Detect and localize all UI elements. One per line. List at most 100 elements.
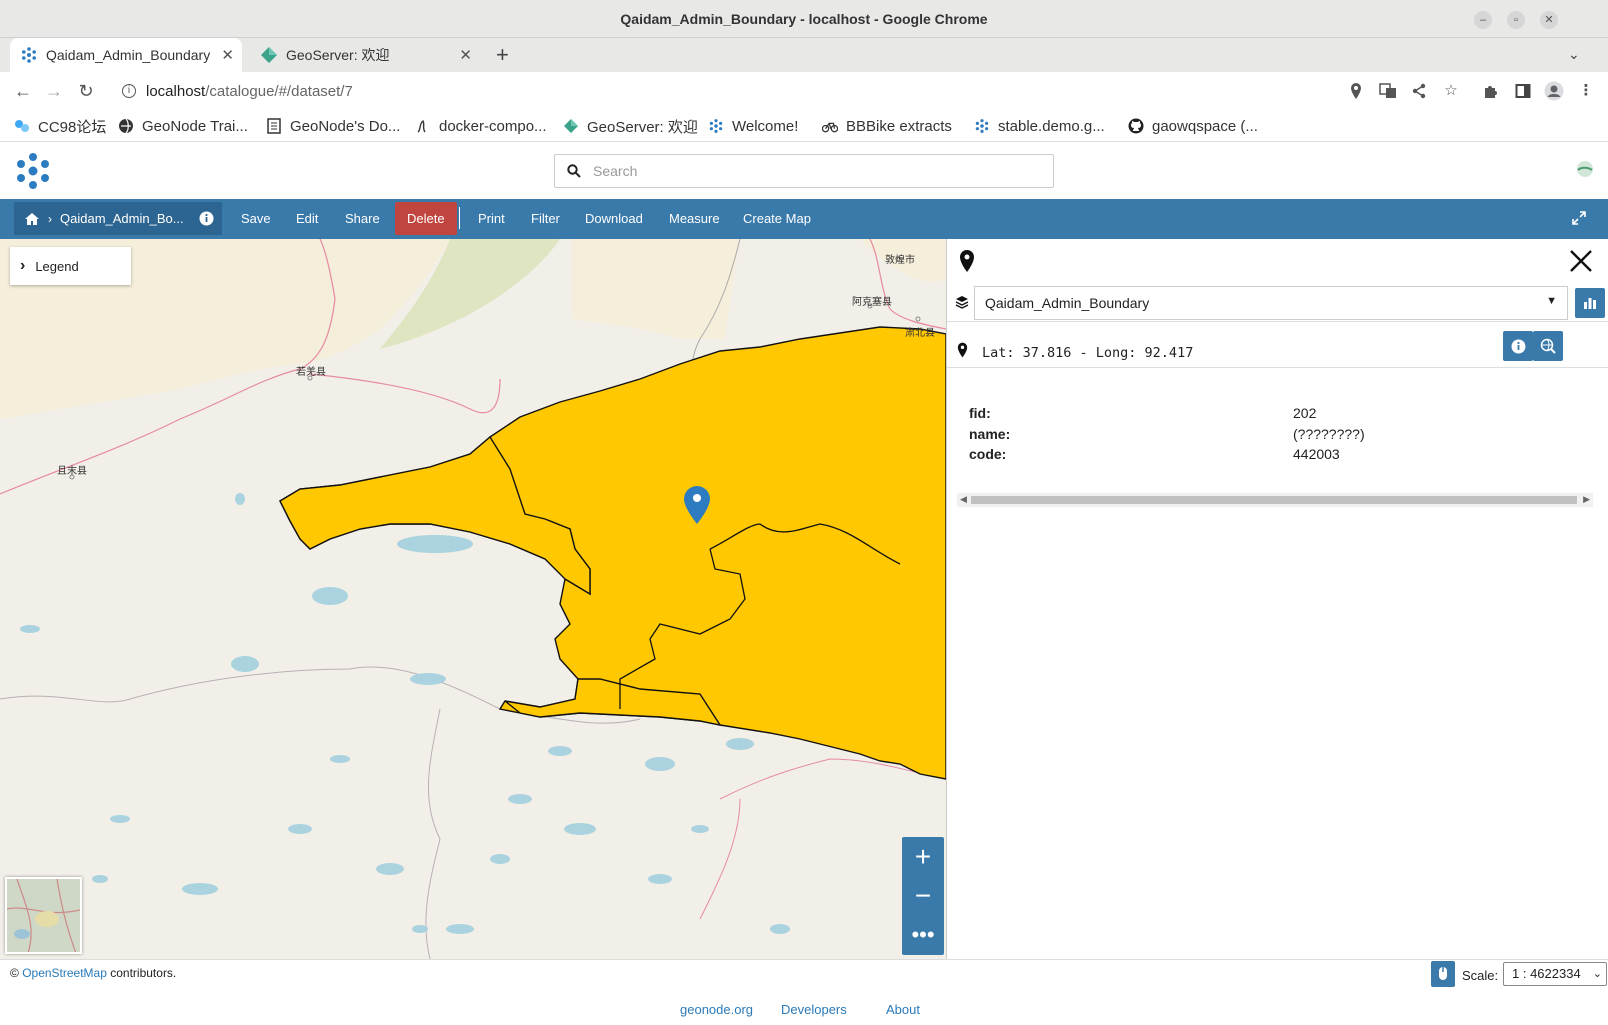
bar-chart-icon bbox=[1584, 298, 1596, 309]
bookmark-item[interactable]: GeoNode Trai... bbox=[118, 115, 248, 137]
tab-strip: Qaidam_Admin_Boundary ✕ GeoServer: 欢迎 ✕ … bbox=[0, 38, 1608, 72]
more-options-button[interactable]: ••• bbox=[902, 915, 944, 954]
place-label: 若羌县 bbox=[296, 367, 326, 378]
bookmark-item[interactable]: GeoNode's Do... bbox=[266, 115, 400, 137]
maximize-button[interactable]: ▫ bbox=[1507, 11, 1525, 29]
zoom-out-button[interactable]: − bbox=[902, 876, 944, 915]
address-bar: ← → ↻ i localhost/catalogue/#/dataset/7 … bbox=[0, 72, 1608, 110]
coord-info-button[interactable] bbox=[1503, 331, 1533, 361]
basemap bbox=[0, 239, 946, 959]
measure-button[interactable]: Measure bbox=[657, 202, 732, 235]
close-panel-button[interactable] bbox=[1569, 249, 1593, 273]
coord-search-button[interactable] bbox=[1533, 331, 1563, 361]
attribute-key: code: bbox=[969, 446, 1007, 462]
scale-select[interactable]: 1 : 4622334 ⌄ bbox=[1503, 962, 1607, 986]
page-footer: © OpenStreetMap contributors. Scale: 1 :… bbox=[0, 959, 1608, 1025]
scrollbar-thumb[interactable] bbox=[971, 496, 1577, 504]
app-header: Search bbox=[0, 142, 1608, 199]
search-input[interactable]: Search bbox=[554, 154, 1054, 188]
url-input[interactable]: i localhost/catalogue/#/dataset/7 bbox=[110, 76, 1498, 106]
info-icon[interactable] bbox=[199, 211, 214, 226]
profile-avatar[interactable] bbox=[1543, 80, 1565, 102]
cc98-icon bbox=[14, 118, 30, 134]
bookmark-item[interactable]: gaowqspace (... bbox=[1128, 115, 1258, 137]
home-icon[interactable] bbox=[24, 212, 40, 226]
attribute-key: name: bbox=[969, 426, 1011, 442]
reload-icon[interactable]: ↻ bbox=[75, 80, 97, 102]
fullscreen-icon[interactable] bbox=[1572, 211, 1586, 225]
map-attribution: © OpenStreetMap contributors. bbox=[10, 966, 176, 980]
geonode-icon bbox=[20, 46, 38, 64]
overview-map[interactable] bbox=[5, 877, 82, 954]
filter-button[interactable]: Filter bbox=[519, 202, 572, 235]
translate-icon[interactable] bbox=[1377, 80, 1399, 102]
tab-search-icon[interactable]: ⌄ bbox=[1568, 46, 1580, 63]
bookmark-item[interactable]: stable.demo.g... bbox=[974, 115, 1105, 137]
footer-link-about[interactable]: About bbox=[886, 1002, 920, 1017]
osm-link[interactable]: OpenStreetMap bbox=[22, 966, 107, 980]
chart-button[interactable] bbox=[1575, 288, 1605, 318]
geoserver-icon bbox=[260, 46, 278, 64]
share-icon[interactable] bbox=[1408, 80, 1430, 102]
bookmark-label: GeoNode Trai... bbox=[142, 117, 248, 135]
delete-button[interactable]: Delete bbox=[395, 202, 457, 235]
bookmark-label: stable.demo.g... bbox=[998, 117, 1105, 135]
scale-label: Scale: bbox=[1462, 968, 1499, 983]
tab-qaidam[interactable]: Qaidam_Admin_Boundary ✕ bbox=[10, 38, 242, 72]
location-icon[interactable] bbox=[1345, 80, 1367, 102]
zoom-controls: + − ••• bbox=[902, 837, 944, 955]
menu-kebab-icon[interactable]: ⋮ bbox=[1575, 80, 1597, 102]
breadcrumb-dataset[interactable]: Qaidam_Admin_Bo... bbox=[60, 211, 184, 226]
horizontal-scrollbar[interactable]: ◀ ▶ bbox=[957, 493, 1593, 507]
chevron-right-icon: › bbox=[48, 211, 52, 226]
map-pin-icon bbox=[957, 342, 968, 358]
bookmark-item[interactable]: BBBike extracts bbox=[822, 115, 952, 137]
bookmark-star-icon[interactable]: ☆ bbox=[1440, 80, 1462, 102]
create-map-button[interactable]: Create Map bbox=[731, 202, 823, 235]
tab-geoserver[interactable]: GeoServer: 欢迎 ✕ bbox=[250, 38, 480, 72]
bookmark-item[interactable]: Welcome! bbox=[708, 115, 798, 137]
download-button[interactable]: Download bbox=[573, 202, 655, 235]
breadcrumb: › Qaidam_Admin_Bo... bbox=[14, 202, 222, 235]
bookmark-label: GeoServer: 欢迎 bbox=[587, 118, 698, 136]
forward-icon[interactable]: → bbox=[43, 80, 65, 102]
print-button[interactable]: Print bbox=[466, 202, 517, 235]
caret-down-icon: ⌄ bbox=[1592, 968, 1602, 980]
mouse-position-button[interactable] bbox=[1431, 961, 1455, 987]
bookmark-item[interactable]: GeoServer: 欢迎 bbox=[563, 115, 698, 137]
footer-link-geonode[interactable]: geonode.org bbox=[680, 1002, 753, 1017]
close-tab-icon[interactable]: ✕ bbox=[221, 46, 234, 64]
chevron-right-icon: › bbox=[20, 257, 26, 274]
layer-select[interactable]: Qaidam_Admin_Boundary ▼ bbox=[974, 286, 1568, 320]
zoom-in-button[interactable]: + bbox=[902, 837, 944, 876]
close-tab-icon[interactable]: ✕ bbox=[459, 46, 472, 64]
bookmark-item[interactable]: docker-compo... bbox=[415, 115, 547, 137]
share-button[interactable]: Share bbox=[333, 202, 392, 235]
user-avatar[interactable] bbox=[1576, 160, 1594, 178]
extensions-icon[interactable] bbox=[1480, 80, 1502, 102]
globe-search-icon bbox=[1540, 338, 1556, 354]
footer-link-developers[interactable]: Developers bbox=[781, 1002, 847, 1017]
toolbar-divider bbox=[459, 207, 460, 229]
map-marker-icon[interactable] bbox=[683, 485, 711, 525]
scroll-left-icon[interactable]: ◀ bbox=[960, 494, 967, 505]
bookmark-label: CC98论坛 bbox=[38, 118, 107, 136]
attribute-value: 442003 bbox=[1293, 446, 1340, 462]
bookmark-item[interactable]: CC98论坛 bbox=[14, 115, 106, 137]
save-button[interactable]: Save bbox=[229, 202, 283, 235]
side-panel-icon[interactable] bbox=[1512, 80, 1534, 102]
scroll-right-icon[interactable]: ▶ bbox=[1583, 494, 1590, 505]
edit-button[interactable]: Edit bbox=[284, 202, 330, 235]
place-label: 且末县 bbox=[57, 466, 87, 477]
back-icon[interactable]: ← bbox=[12, 80, 34, 102]
new-tab-button[interactable]: + bbox=[496, 42, 509, 68]
map-pin-icon bbox=[959, 249, 975, 273]
close-window-button[interactable]: ✕ bbox=[1540, 11, 1558, 29]
map-canvas[interactable]: 敦煌市 阿克塞县 肃北县 若羌县 且末县 › Legend + − ••• bbox=[0, 239, 946, 959]
geonode-logo-icon[interactable] bbox=[12, 150, 54, 192]
legend-toggle[interactable]: › Legend bbox=[10, 247, 131, 285]
minimize-button[interactable]: – bbox=[1474, 11, 1492, 29]
attribute-key: fid: bbox=[969, 405, 991, 421]
site-info-icon[interactable]: i bbox=[122, 84, 136, 98]
mouse-icon bbox=[1439, 967, 1447, 980]
